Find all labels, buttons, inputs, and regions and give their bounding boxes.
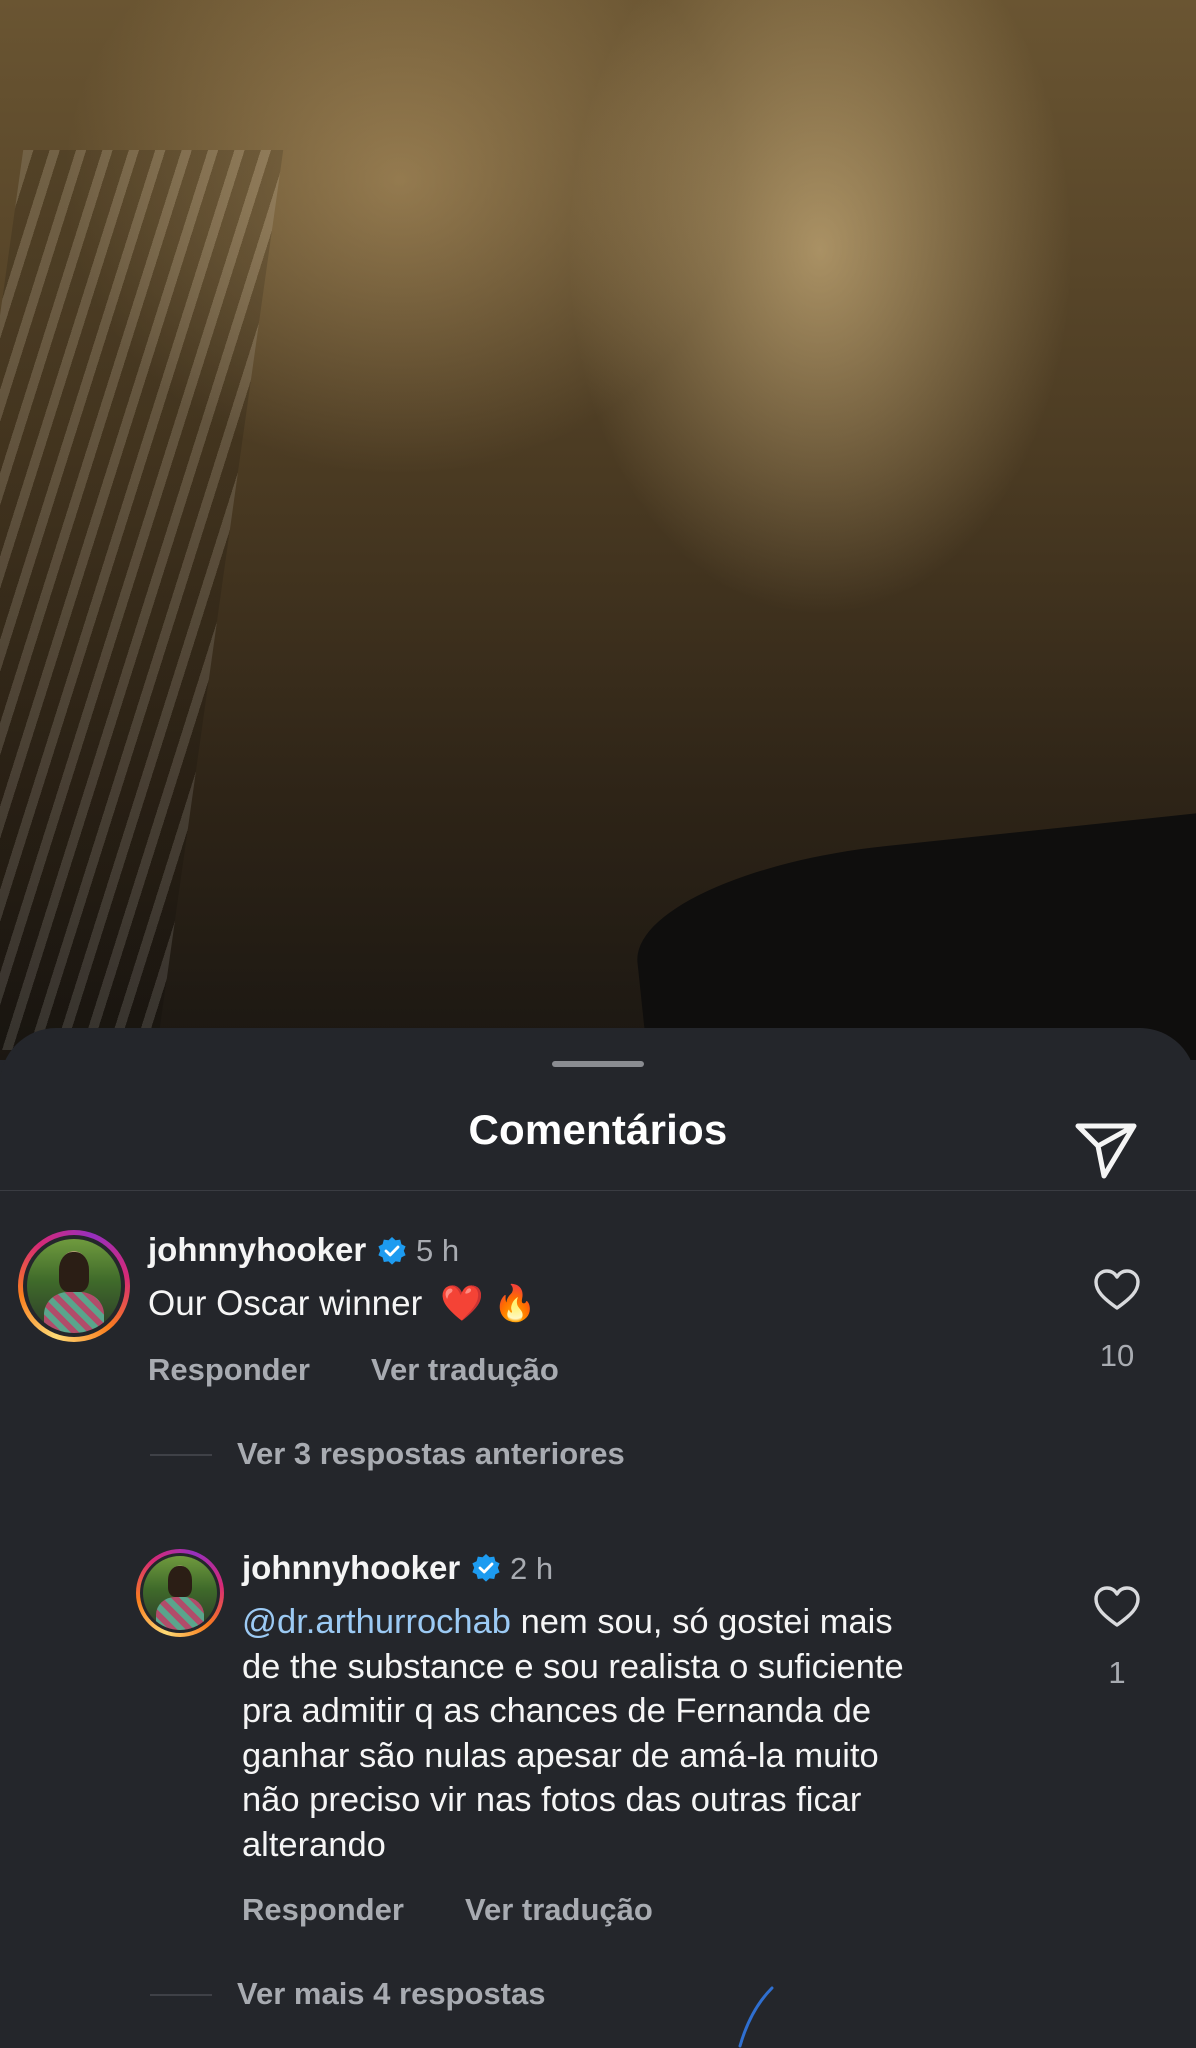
translate-button[interactable]: Ver tradução xyxy=(465,1892,653,1928)
thread-line xyxy=(150,1994,212,1996)
translate-button[interactable]: Ver tradução xyxy=(371,1352,559,1388)
reply-line: não preciso vir nas fotos das outras fic… xyxy=(242,1781,862,1819)
comment-body: Our Oscar winner xyxy=(148,1284,423,1323)
heart-outline-icon[interactable] xyxy=(1093,1268,1141,1312)
reply-line: de the substance e sou realista o sufici… xyxy=(242,1647,904,1686)
heart-outline-icon[interactable] xyxy=(1093,1585,1141,1629)
reply-line: pra admitir q as chances de Fernanda de xyxy=(242,1692,872,1730)
avatar-image xyxy=(143,1556,217,1630)
sheet-drag-handle[interactable] xyxy=(552,1061,644,1067)
thread-line xyxy=(150,1454,212,1456)
share-button[interactable] xyxy=(1072,1120,1140,1182)
reply-button[interactable]: Responder xyxy=(148,1352,310,1388)
reply-line: alterando xyxy=(242,1825,386,1864)
reply-line: ganhar são nulas apesar de amá-la muito xyxy=(242,1736,879,1775)
like-count: 1 xyxy=(1108,1655,1126,1690)
photo-curtain-pleats xyxy=(0,150,284,1050)
avatar[interactable] xyxy=(18,1230,130,1342)
avatar-image xyxy=(27,1239,121,1333)
paper-plane-icon xyxy=(1075,1123,1137,1179)
reply-button[interactable]: Responder xyxy=(242,1892,404,1928)
avatar[interactable] xyxy=(136,1549,224,1637)
post-photo xyxy=(0,0,1196,1060)
comment-text: Our Oscar winner ❤️ 🔥 xyxy=(148,1282,537,1326)
comment-username[interactable]: johnnyhooker xyxy=(148,1231,366,1269)
photo-dress-shape xyxy=(628,808,1196,1060)
verified-badge-icon xyxy=(378,1237,406,1265)
verified-badge-icon xyxy=(472,1554,500,1582)
reply-line: @dr.arthurrochab nem sou, só gostei mais xyxy=(242,1603,893,1641)
reply-timestamp: 2 h xyxy=(510,1551,554,1586)
header-divider xyxy=(0,1190,1196,1191)
reply-username[interactable]: johnnyhooker xyxy=(242,1549,460,1587)
scroll-indicator xyxy=(738,1986,774,2048)
view-more-replies-link[interactable]: Ver mais 4 respostas xyxy=(237,1976,545,2012)
like-count: 10 xyxy=(1099,1338,1135,1373)
reply-text: @dr.arthurrochab nem sou, só gostei mais… xyxy=(242,1600,904,1867)
comment-timestamp: 5 h xyxy=(416,1233,460,1268)
mention-link[interactable]: @dr.arthurrochab xyxy=(242,1603,511,1641)
sheet-title: Comentários xyxy=(468,1106,728,1153)
view-previous-replies-link[interactable]: Ver 3 respostas anteriores xyxy=(237,1436,625,1472)
comment-emoji: ❤️ 🔥 xyxy=(439,1284,537,1323)
